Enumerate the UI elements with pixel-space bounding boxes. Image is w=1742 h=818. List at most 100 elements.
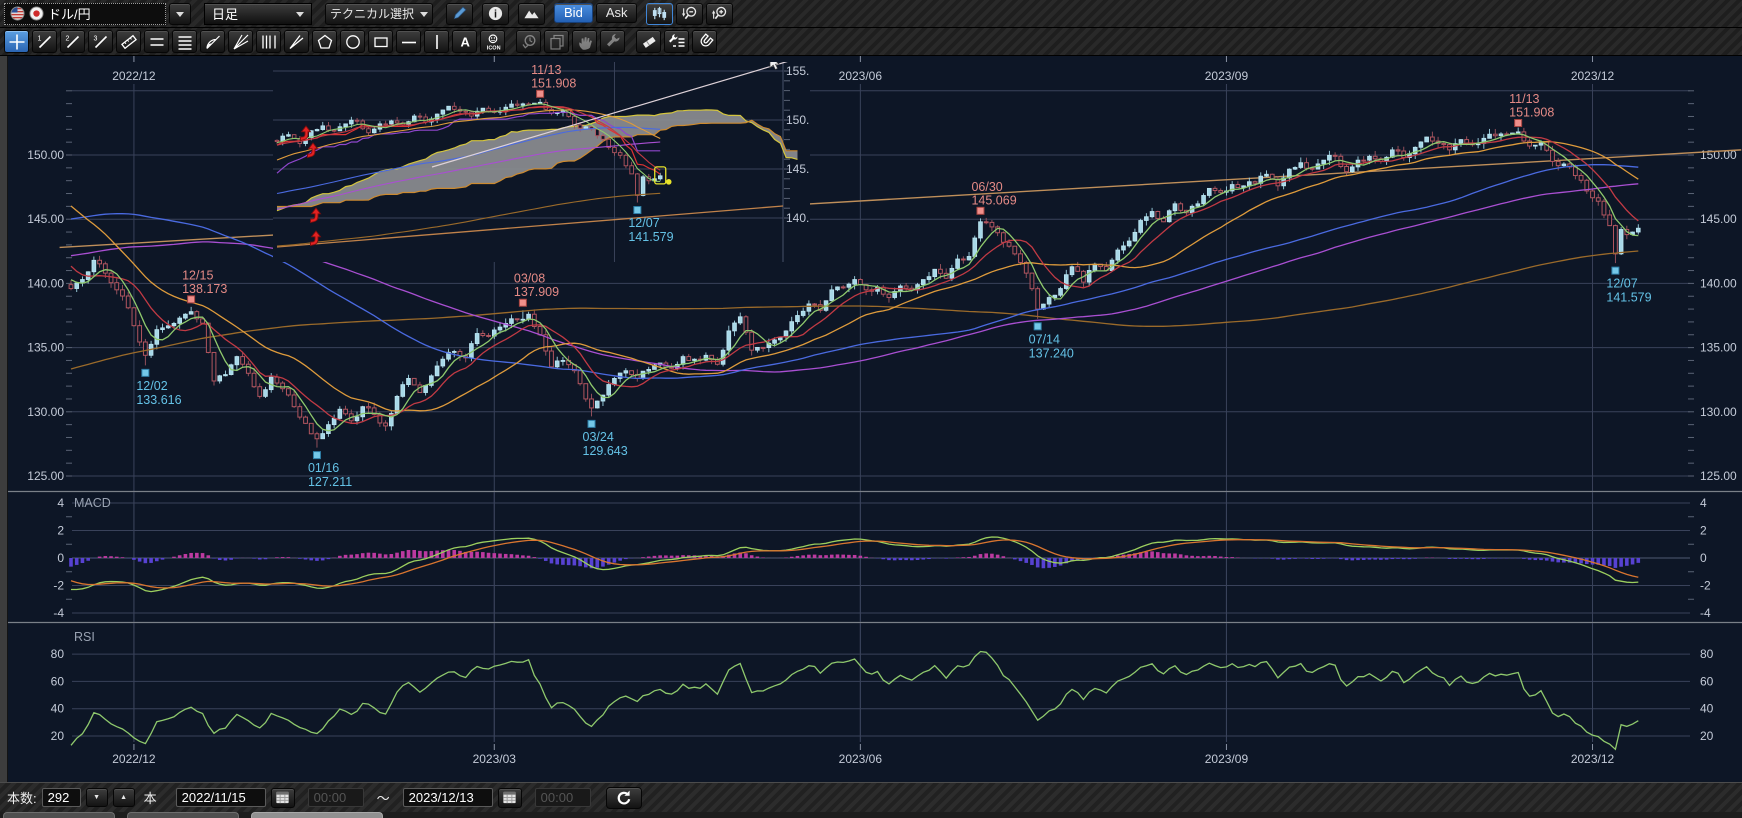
svg-text:12/15: 12/15 bbox=[182, 268, 213, 282]
svg-text:11/13: 11/13 bbox=[1509, 92, 1539, 106]
zoom-out-button[interactable] bbox=[676, 3, 703, 25]
period-value: 日足 bbox=[212, 4, 238, 23]
svg-text:141.579: 141.579 bbox=[1606, 291, 1651, 305]
svg-text:4: 4 bbox=[57, 496, 64, 510]
tool-trendline-1-button[interactable]: 1 bbox=[32, 30, 57, 53]
svg-text:2: 2 bbox=[57, 524, 64, 538]
tool-pentagon-button[interactable] bbox=[312, 30, 337, 53]
svg-text:20: 20 bbox=[1700, 729, 1714, 743]
tool-ruler-button[interactable] bbox=[116, 30, 141, 53]
refresh-button[interactable] bbox=[606, 787, 642, 809]
calendar-icon bbox=[274, 789, 291, 806]
tool-rectangle-button[interactable] bbox=[368, 30, 393, 53]
end-time-input: 00:00 bbox=[535, 788, 591, 807]
svg-text:-4: -4 bbox=[1700, 606, 1711, 620]
svg-text:3: 3 bbox=[93, 35, 97, 42]
svg-text:2023/06: 2023/06 bbox=[839, 69, 883, 83]
rectangle bbox=[372, 33, 390, 51]
tool-magnet-button[interactable] bbox=[692, 30, 717, 53]
svg-text:145.069: 145.069 bbox=[971, 193, 1016, 207]
technical-select-label: テクニカル選択 bbox=[330, 5, 414, 22]
svg-text:155.: 155. bbox=[786, 64, 809, 78]
tool-pan-hand-button[interactable] bbox=[572, 30, 597, 53]
end-date-input[interactable]: 2023/12/13 bbox=[403, 788, 493, 807]
tool-trendline-2-button[interactable]: 2 bbox=[60, 30, 85, 53]
tab-1[interactable] bbox=[3, 812, 115, 818]
svg-text:03/08: 03/08 bbox=[514, 272, 545, 286]
tool-history-button[interactable] bbox=[516, 30, 541, 53]
chart-area[interactable]: 2022/122022/122023/032023/032023/062023/… bbox=[0, 56, 1742, 782]
svg-text:40: 40 bbox=[1700, 702, 1714, 716]
tool-time-zones-button[interactable] bbox=[256, 30, 281, 53]
svg-text:145.00: 145.00 bbox=[1700, 212, 1737, 226]
technical-select-button[interactable]: テクニカル選択 bbox=[325, 3, 433, 25]
svg-text:135.00: 135.00 bbox=[27, 341, 64, 355]
tool-vertical-line-button[interactable] bbox=[424, 30, 449, 53]
start-calendar-button[interactable] bbox=[271, 788, 295, 808]
pan-hand bbox=[576, 33, 594, 51]
tool-crosshair-button[interactable] bbox=[4, 30, 29, 53]
trendline-1: 1 bbox=[36, 33, 54, 51]
svg-text:ICON: ICON bbox=[486, 45, 500, 51]
grid-lines bbox=[176, 33, 194, 51]
tool-text-label-button[interactable]: A bbox=[452, 30, 477, 53]
tool-trendline-3-button[interactable]: 3 bbox=[88, 30, 113, 53]
tool-parallel-lines-button[interactable] bbox=[144, 30, 169, 53]
svg-text:130.00: 130.00 bbox=[27, 405, 64, 419]
tab-3-active[interactable] bbox=[251, 812, 383, 818]
fx-chart-window: ドル/円 日足 テクニカル選択 i BidAsk 1 2 3 A ICON 2022/12… bbox=[0, 0, 1742, 818]
end-calendar-button[interactable] bbox=[498, 788, 522, 808]
svg-text:12/07: 12/07 bbox=[628, 216, 659, 230]
bar-unit-label: 本 bbox=[144, 788, 157, 807]
tool-grid-lines-button[interactable] bbox=[172, 30, 197, 53]
start-date-input[interactable]: 2022/11/15 bbox=[176, 788, 266, 807]
svg-text:129.643: 129.643 bbox=[583, 444, 628, 458]
info-button[interactable]: i bbox=[482, 3, 509, 25]
macd-histogram bbox=[69, 550, 1640, 568]
tool-copy-button[interactable] bbox=[544, 30, 569, 53]
svg-text:1: 1 bbox=[37, 35, 41, 42]
main-chart[interactable]: 2022/122022/122023/032023/032023/062023/… bbox=[0, 56, 1742, 782]
parallel-lines bbox=[148, 33, 166, 51]
us-flag-icon bbox=[10, 6, 25, 21]
svg-text:06/30: 06/30 bbox=[971, 180, 1002, 194]
currency-pair-selector[interactable]: ドル/円 bbox=[4, 3, 166, 25]
mountain-chart-button[interactable] bbox=[518, 3, 545, 25]
bar-count-input[interactable]: 292 bbox=[42, 788, 81, 807]
svg-text:2022/12: 2022/12 bbox=[112, 69, 156, 83]
tool-horizontal-line-button[interactable] bbox=[396, 30, 421, 53]
currency-pair-dropdown-button[interactable] bbox=[169, 3, 191, 25]
calendar-icon bbox=[501, 789, 518, 806]
svg-text:12/02: 12/02 bbox=[136, 379, 167, 393]
tool-fibonacci-arc-button[interactable] bbox=[200, 30, 225, 53]
horizontal-line bbox=[400, 33, 418, 51]
zoom-in-button[interactable] bbox=[706, 3, 733, 25]
svg-text:-2: -2 bbox=[53, 579, 64, 593]
range-tilde: ～ bbox=[377, 788, 390, 807]
tool-ray-fan-button[interactable] bbox=[284, 30, 309, 53]
tool-eraser-button[interactable] bbox=[636, 30, 661, 53]
count-increment-button[interactable]: ▲ bbox=[113, 788, 135, 807]
tab-2[interactable] bbox=[127, 812, 239, 818]
svg-text:12/07: 12/07 bbox=[1606, 277, 1637, 291]
bid-toggle[interactable]: Bid bbox=[554, 3, 593, 23]
count-decrement-button[interactable]: ▼ bbox=[86, 788, 108, 807]
tool-ellipse-button[interactable] bbox=[340, 30, 365, 53]
tool-icon-stamp-button[interactable]: ICON bbox=[480, 30, 505, 53]
draw-pencil-button[interactable] bbox=[446, 3, 473, 25]
text-label: A bbox=[456, 33, 474, 51]
svg-text:2023/06: 2023/06 bbox=[839, 752, 883, 766]
trendline-3: 3 bbox=[92, 33, 110, 51]
start-time-input: 00:00 bbox=[308, 788, 364, 807]
ask-toggle[interactable]: Ask bbox=[596, 3, 638, 23]
period-selector[interactable]: 日足 bbox=[204, 3, 312, 25]
tool-fibonacci-fan-button[interactable] bbox=[228, 30, 253, 53]
candlestick-type-button[interactable] bbox=[646, 3, 673, 25]
tool-tool-settings-button[interactable] bbox=[664, 30, 689, 53]
copy bbox=[548, 33, 566, 51]
svg-text:150.00: 150.00 bbox=[27, 148, 64, 162]
svg-text:60: 60 bbox=[51, 674, 65, 688]
main-toolbar: ドル/円 日足 テクニカル選択 i BidAsk bbox=[0, 0, 1742, 28]
tool-wrench-button[interactable] bbox=[600, 30, 625, 53]
svg-text:A: A bbox=[460, 34, 470, 49]
